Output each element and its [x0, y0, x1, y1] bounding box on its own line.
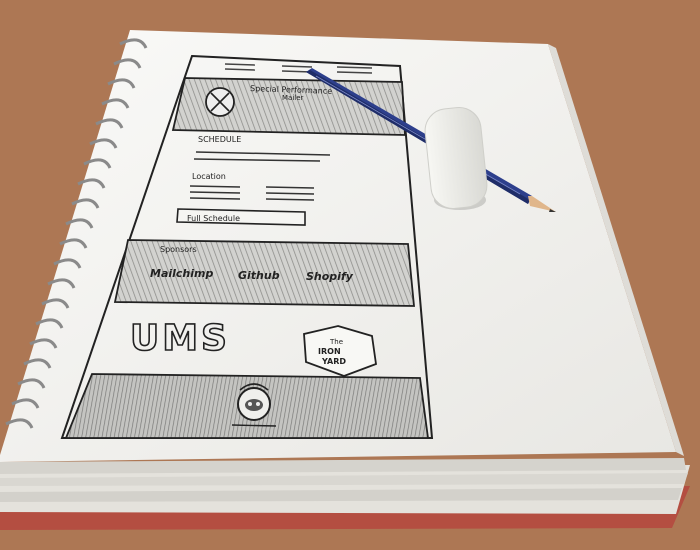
location-label: Location [192, 172, 226, 181]
header-image-placeholder [205, 87, 235, 117]
sponsor-github: Github [238, 269, 280, 282]
logo-iron-yard-line3: YARD [321, 357, 346, 366]
eraser [424, 107, 488, 210]
logo-iron-yard-line2: IRON [318, 347, 341, 356]
full-schedule-button[interactable]: Full Schedule [176, 208, 306, 226]
sponsors-label: Sponsors [160, 245, 197, 254]
header-sublabel: Mailer [282, 94, 304, 102]
photo-scene: Special Performance Mailer SCHEDULE Loca… [0, 0, 700, 550]
sponsor-mailchimp: Mailchimp [150, 267, 213, 280]
full-schedule-button-label: Full Schedule [187, 214, 240, 223]
sponsor-shopify: Shopify [306, 270, 354, 283]
logo-ums: UMS [130, 318, 230, 359]
logo-iron-yard-line1: The [329, 338, 343, 346]
schedule-label: SCHEDULE [198, 135, 241, 144]
